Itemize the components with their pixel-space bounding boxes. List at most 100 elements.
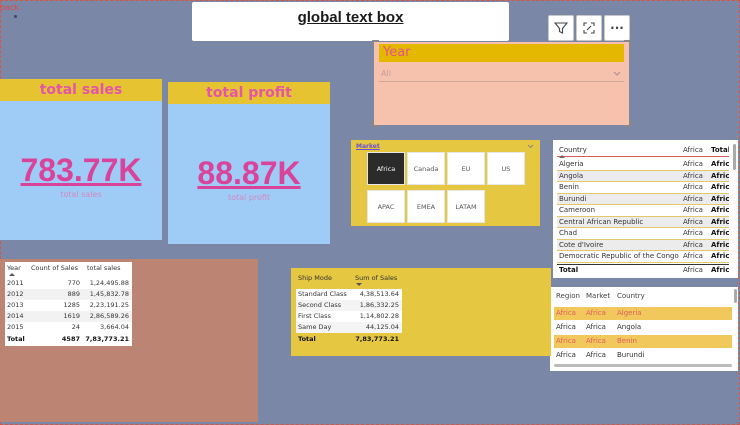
table-row[interactable]: Same Day 44,125.04	[296, 322, 402, 333]
table-row[interactable]: Central African Republic Africa Africa	[557, 216, 729, 228]
market-option-latam[interactable]: LATAM	[447, 190, 485, 223]
back-button[interactable]: back	[0, 3, 19, 12]
cell-region: Africa	[556, 323, 576, 331]
ship-mode-table[interactable]: Ship Mode Sum of Sales Standard Class 4,…	[296, 272, 402, 349]
resize-handle-bottom-left[interactable]	[372, 120, 379, 127]
resize-handle-bottom-right[interactable]	[624, 120, 631, 127]
cell-year: 2015	[7, 323, 24, 331]
cell-sum-of-sales: 1,14,802.28	[359, 312, 399, 320]
cell-total-label: Total	[7, 335, 25, 343]
table-row[interactable]: Chad Africa Africa	[557, 228, 729, 240]
cell-africa: Africa	[683, 206, 703, 214]
resize-handle-top-right[interactable]	[624, 40, 631, 47]
year-slicer[interactable]: Year All	[372, 40, 631, 127]
cell-count: 1285	[63, 301, 80, 309]
cell-total: Africa	[711, 266, 729, 274]
more-options-button[interactable]: ···	[604, 15, 630, 41]
table-row[interactable]: Cameroon Africa Africa	[557, 205, 729, 217]
column-header-ship-mode[interactable]: Ship Mode	[298, 273, 332, 284]
cell-total-sales: 2,23,191.25	[89, 301, 129, 309]
market-slicer-title: Market	[356, 143, 380, 150]
table-row[interactable]: 2012 889 1,45,832.78	[5, 289, 132, 300]
sort-ascending-icon	[559, 155, 565, 158]
column-header-count[interactable]: Count of Sales	[31, 263, 78, 274]
market-option-africa[interactable]: Africa	[367, 152, 405, 185]
column-header-market[interactable]: Market	[586, 290, 610, 303]
column-header-africa[interactable]: Africa	[683, 143, 703, 156]
table-row[interactable]: Africa Africa Burundi	[554, 349, 732, 362]
cell-total: Africa	[711, 206, 729, 214]
cell-total-sales: 3,664.04	[100, 323, 129, 331]
visual-toolbar: ···	[548, 15, 630, 41]
cell-ship-mode: First Class	[298, 312, 331, 320]
vertical-scrollbar[interactable]	[733, 144, 736, 170]
market-option-canada[interactable]: Canada	[407, 152, 445, 185]
column-header-region[interactable]: Region	[556, 290, 580, 303]
table-row[interactable]: Standard Class 4,38,513.64	[296, 289, 402, 300]
sort-descending-icon	[356, 283, 362, 286]
market-option-apac[interactable]: APAC	[367, 190, 405, 223]
cell-market: Africa	[586, 337, 606, 345]
country-matrix[interactable]: Country Africa Total Algeria Africa Afri…	[553, 140, 738, 278]
year-dropdown-value: All	[381, 69, 391, 78]
table-row[interactable]: Africa Africa Benin	[554, 335, 732, 348]
table-row[interactable]: Africa Africa Algeria	[554, 307, 732, 320]
resize-handle-top-left[interactable]	[372, 40, 379, 47]
table-row[interactable]: 2011 770 1,24,495.88	[5, 278, 132, 289]
table-row[interactable]: Africa Africa Angola	[554, 321, 732, 334]
cell-sum-of-sales: 4,38,513.64	[359, 290, 399, 298]
cell-africa: Africa	[683, 194, 703, 203]
market-option-us[interactable]: US	[487, 152, 525, 185]
column-header-country[interactable]: Country	[617, 290, 645, 303]
table-row[interactable]: First Class 1,14,802.28	[296, 311, 402, 322]
total-profit-card[interactable]: total profit 88.87K total profit	[168, 82, 330, 244]
filter-button[interactable]	[548, 15, 574, 41]
cell-year: 2014	[7, 312, 24, 320]
region-table[interactable]: Region Market Country Africa Africa Alge…	[550, 287, 738, 371]
cell-country: Angola	[559, 171, 584, 180]
cell-country: Central African Republic	[559, 217, 644, 226]
chevron-down-icon	[613, 71, 621, 76]
more-options-icon: ···	[610, 21, 624, 35]
year-sales-table[interactable]: Year Count of Sales total sales 2011 770…	[5, 262, 132, 346]
table-row[interactable]: Democratic Republic of the Congo Africa …	[557, 251, 729, 263]
horizontal-scrollbar[interactable]	[554, 364, 732, 367]
table-row[interactable]: 2015 24 3,664.04	[5, 322, 132, 333]
cell-africa: Africa	[683, 266, 703, 274]
total-sales-card[interactable]: total sales 783.77K total sales	[0, 79, 162, 240]
market-option-eu[interactable]: EU	[447, 152, 485, 185]
total-sales-caption: total sales	[60, 190, 102, 199]
title-text-box[interactable]: global text box	[192, 2, 509, 41]
total-profit-header: total profit	[168, 82, 330, 104]
table-row[interactable]: 2013 1285 2,23,191.25	[5, 300, 132, 311]
chevron-down-icon[interactable]	[527, 144, 534, 149]
table-row[interactable]: Benin Africa Africa	[557, 182, 729, 194]
table-row[interactable]: Algeria Africa Africa	[557, 159, 729, 171]
table-row[interactable]: Cote d'Ivoire Africa Africa	[557, 239, 729, 251]
cell-region: Africa	[556, 309, 576, 317]
cell-country: Burundi	[617, 351, 645, 359]
cell-country: Burundi	[559, 194, 587, 203]
cell-africa: Africa	[683, 252, 703, 260]
cell-country: Algeria	[617, 309, 642, 317]
table-total-row: Total 7,83,773.21	[296, 334, 402, 345]
total-sales-header: total sales	[0, 79, 162, 101]
cell-count: 24	[71, 323, 80, 331]
market-option-emea[interactable]: EMEA	[407, 190, 445, 223]
table-row[interactable]: Second Class 1,86,332.25	[296, 300, 402, 311]
table-row[interactable]: Burundi Africa Africa	[557, 193, 729, 205]
year-dropdown[interactable]: All	[379, 68, 624, 82]
market-slicer[interactable]: Market Africa Canada EU US APAC EMEA LAT…	[351, 140, 540, 226]
focus-mode-button[interactable]	[576, 15, 602, 41]
vertical-scrollbar[interactable]	[734, 289, 737, 303]
cell-count: 770	[67, 279, 80, 287]
cell-sum-of-sales: 1,86,332.25	[359, 301, 399, 309]
cell-ship-mode: Same Day	[298, 323, 332, 331]
table-row[interactable]: Angola Africa Africa	[557, 170, 729, 182]
cell-total: Africa	[711, 252, 729, 260]
column-header-total-sales[interactable]: total sales	[87, 263, 121, 274]
table-header-row: Region Market Country	[554, 290, 732, 303]
column-header-total[interactable]: Total	[711, 143, 729, 156]
table-row[interactable]: 2014 1619 2,86,589.26	[5, 311, 132, 322]
cell-total: Africa	[711, 183, 729, 191]
